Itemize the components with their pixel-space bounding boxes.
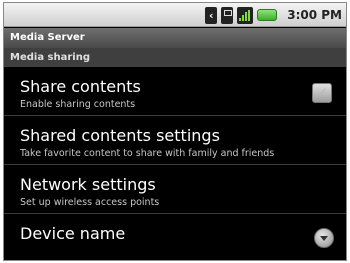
app-title: Media Server [4,28,346,48]
share-contents-checkbox[interactable]: ✓ [312,83,332,103]
item-title: Network settings [20,175,156,194]
signal-icon [237,6,254,24]
item-title: Device name [20,224,126,243]
shared-contents-settings-item[interactable]: Shared contents settings Take favorite c… [4,116,346,165]
network-settings-item[interactable]: Network settings Set up wireless access … [4,165,346,214]
share-contents-item[interactable]: Share contents Enable sharing contents ✓ [4,67,346,116]
status-time: 3:00 PM [287,8,342,22]
item-subtitle: Set up wireless access points [20,197,160,208]
status-icons: ‹ 3:00 PM [205,6,342,24]
status-bar: ‹ 3:00 PM [4,3,346,27]
item-title: Shared contents settings [20,126,220,145]
chevron-down-icon[interactable] [314,228,334,248]
item-subtitle: Enable sharing contents [20,99,136,110]
battery-icon [257,9,278,21]
section-header: Media sharing [4,48,346,67]
bluetooth-icon: ‹ [205,6,218,24]
device-name-item[interactable]: Device name [4,214,346,260]
settings-list: Share contents Enable sharing contents ✓… [4,67,346,260]
item-subtitle: Take favorite content to share with fami… [20,148,275,159]
item-title: Share contents [20,77,141,96]
phone-screen: ‹ 3:00 PM Media Server Media sharing Sha… [3,2,347,261]
sd-card-icon [221,6,234,24]
